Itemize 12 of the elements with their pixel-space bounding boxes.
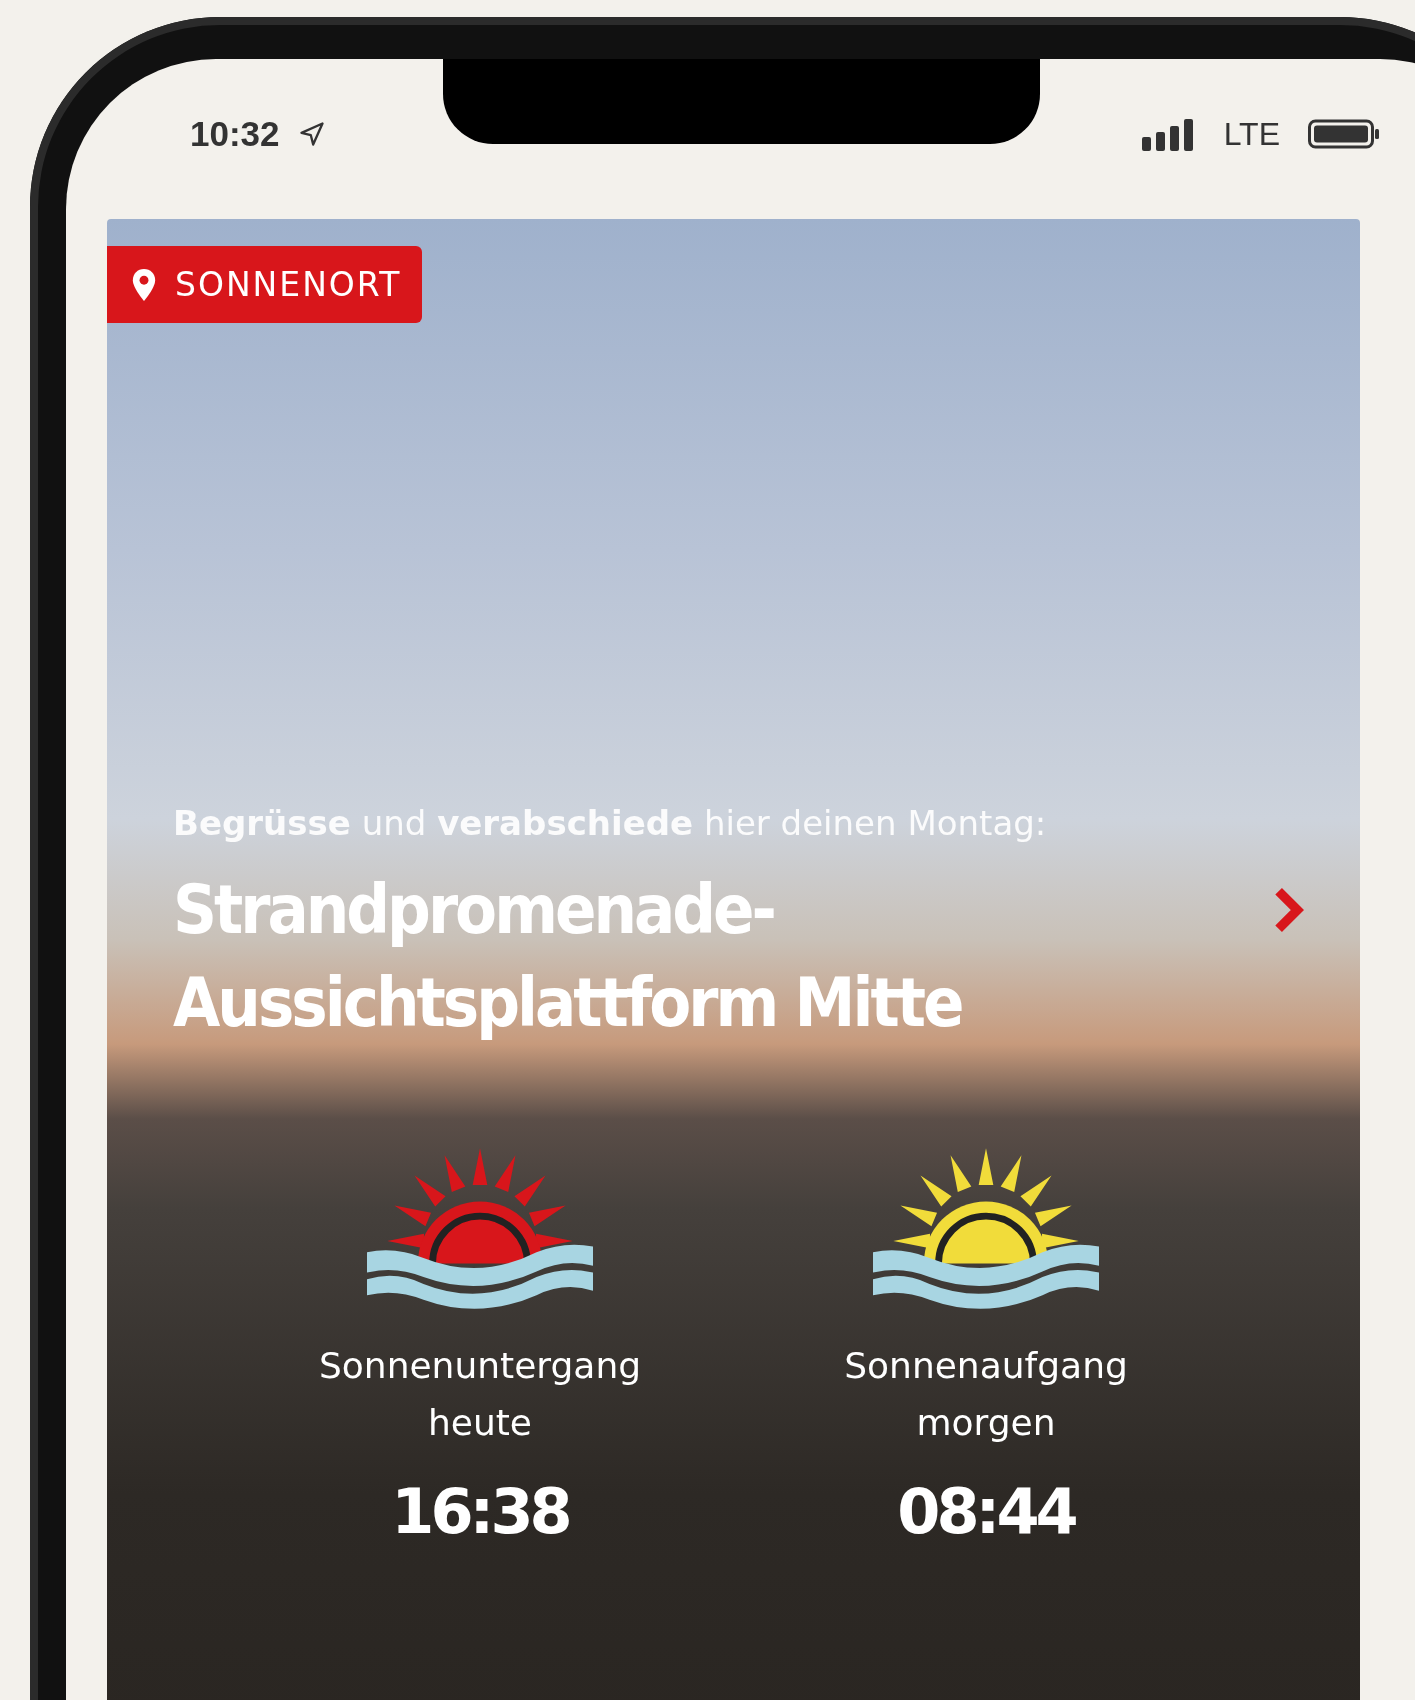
place-title: Strandpromenade-Aussichtsplattform Mitte — [173, 869, 963, 1044]
event-label: Sonnenuntergang heute — [317, 1344, 643, 1445]
signal-icon — [1141, 117, 1196, 151]
event-time: 08:44 — [897, 1475, 1075, 1548]
pin-icon — [131, 267, 157, 302]
event-label: Sonnenaufgang morgen — [843, 1344, 1129, 1445]
location-arrow-icon — [297, 120, 326, 148]
badge-label: SONNENORT — [175, 265, 402, 304]
status-time: 10:32 — [190, 114, 280, 154]
network-label: LTE — [1223, 115, 1280, 153]
battery-icon — [1308, 118, 1380, 150]
event-time: 16:38 — [391, 1475, 569, 1548]
